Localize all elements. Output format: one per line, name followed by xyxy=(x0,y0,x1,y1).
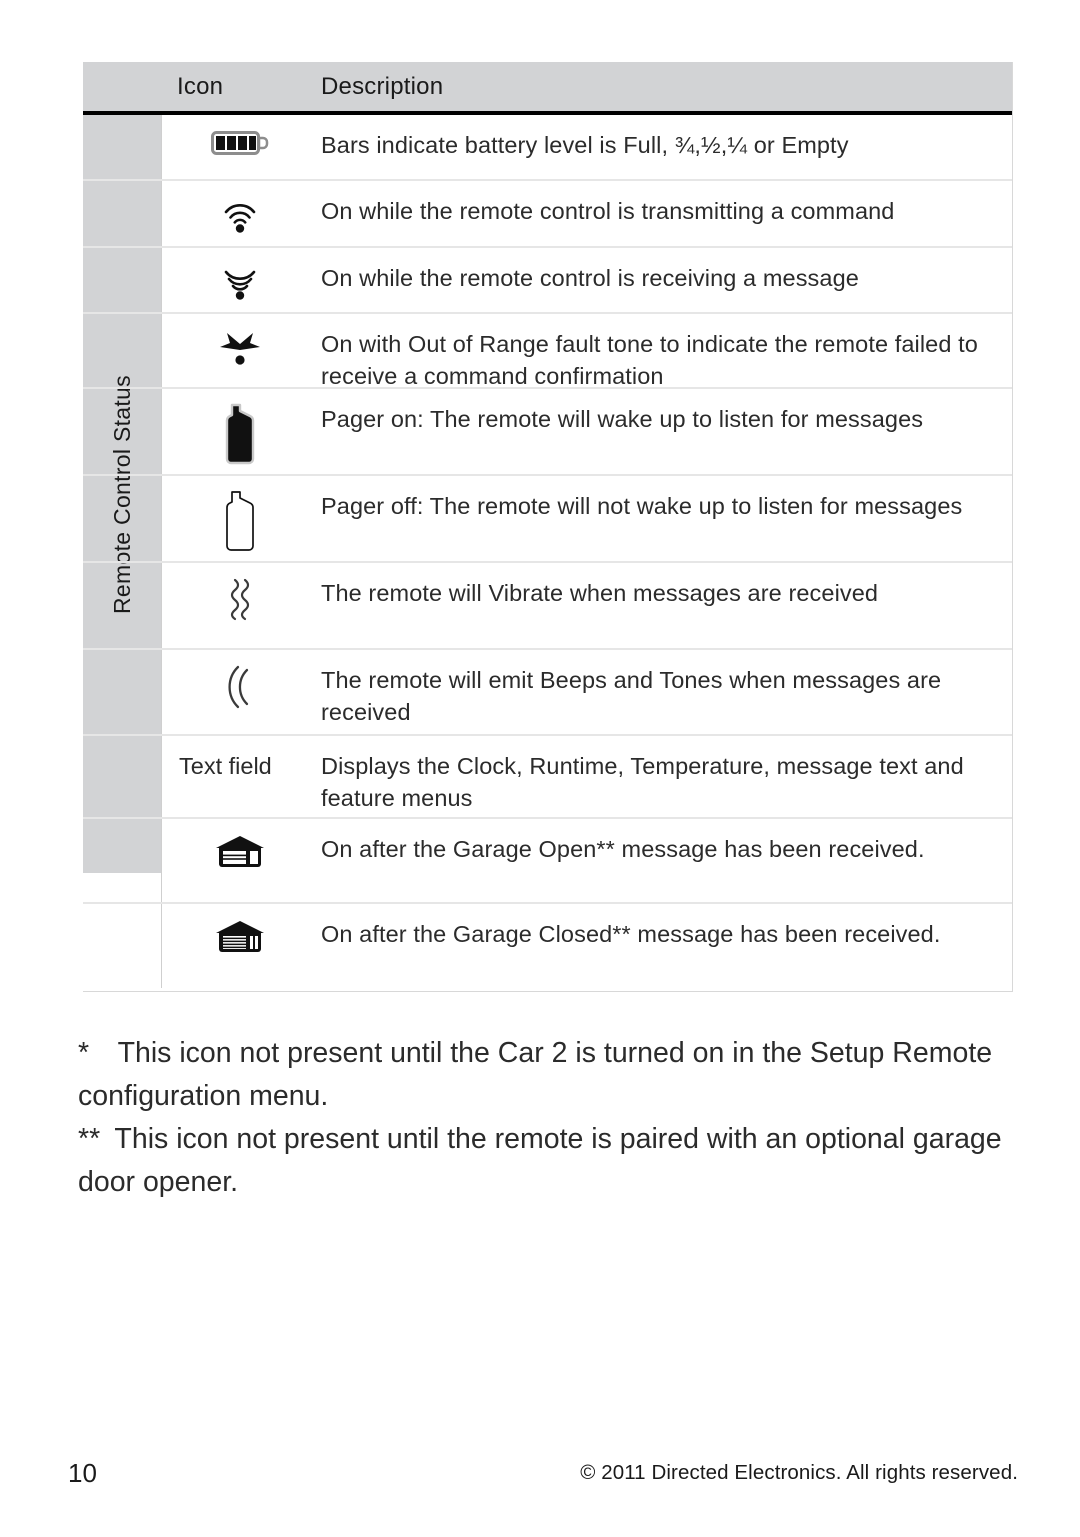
table-row: The remote will emit Beeps and Tones whe… xyxy=(83,650,1012,736)
receiving-signal-icon xyxy=(220,262,260,300)
row-description-cell: Bars indicate battery level is Full, ¾,½… xyxy=(318,115,1012,179)
column-header-icon: Icon xyxy=(177,72,224,100)
pager-off-icon xyxy=(223,490,257,552)
row-icon-cell xyxy=(162,650,318,734)
row-description-text: Pager on: The remote will wake up to lis… xyxy=(321,406,924,432)
footnotes: * This icon not present until the Car 2 … xyxy=(78,1032,1023,1204)
row-description-text: On while the remote control is transmitt… xyxy=(321,198,895,224)
row-icon-cell xyxy=(162,819,318,902)
row-icon-cell xyxy=(162,314,318,387)
row-description-text: On with Out of Range fault tone to indic… xyxy=(321,331,978,389)
page-footer: 10 © 2011 Directed Electronics. All righ… xyxy=(0,1458,1080,1498)
row-left-pad xyxy=(83,819,162,902)
vibrate-icon xyxy=(224,577,256,621)
beeps-and-tones-icon xyxy=(224,664,256,710)
footnote-double-star: ** This icon not present until the remot… xyxy=(78,1123,1002,1198)
footnote-single-star: * This icon not present until the Car 2 … xyxy=(78,1037,993,1112)
table-row: On with Out of Range fault tone to indic… xyxy=(83,314,1012,389)
row-description-text: On after the Garage Closed** message has… xyxy=(321,921,941,947)
row-left-pad xyxy=(83,115,162,179)
row-description-cell: The remote will emit Beeps and Tones whe… xyxy=(318,650,1012,734)
copyright-notice: © 2011 Directed Electronics. All rights … xyxy=(580,1461,1018,1484)
row-description-cell: On while the remote control is transmitt… xyxy=(318,181,1012,246)
row-description-cell: Pager off: The remote will not wake up t… xyxy=(318,476,1012,561)
table-header-row: Icon Description xyxy=(83,62,1012,115)
row-description-text: Bars indicate battery level is Full, ¾,½… xyxy=(321,132,849,158)
row-description-text: The remote will emit Beeps and Tones whe… xyxy=(321,667,942,725)
pager-on-icon xyxy=(223,403,257,465)
row-description-text: Displays the Clock, Runtime, Temperature… xyxy=(321,753,964,811)
row-description-cell: On with Out of Range fault tone to indic… xyxy=(318,314,1012,389)
table-row: Pager off: The remote will not wake up t… xyxy=(83,476,1012,563)
row-left-pad xyxy=(83,476,162,561)
garage-closed-icon xyxy=(214,918,266,956)
row-left-pad xyxy=(83,389,162,474)
row-left-pad xyxy=(83,736,162,817)
row-description-text: The remote will Vibrate when messages ar… xyxy=(321,580,879,606)
table-row: On while the remote control is receiving… xyxy=(83,248,1012,314)
row-description-cell: On after the Garage Closed** message has… xyxy=(318,904,1012,988)
row-icon-cell xyxy=(162,904,318,988)
table-row: Pager on: The remote will wake up to lis… xyxy=(83,389,1012,476)
row-description-cell: On after the Garage Open** message has b… xyxy=(318,819,1012,902)
row-icon-cell: Text field xyxy=(162,736,318,817)
out-of-range-icon xyxy=(220,328,260,368)
row-icon-cell xyxy=(162,248,318,312)
table-header-spacer xyxy=(83,62,162,111)
garage-open-icon xyxy=(214,833,266,871)
row-icon-cell xyxy=(162,389,318,474)
battery-level-icon xyxy=(211,129,269,157)
row-left-pad xyxy=(83,650,162,734)
row-left-pad xyxy=(83,904,162,988)
table-body: Remote Control Status Bars indicate batt… xyxy=(83,115,1012,988)
table-header-description-cell: Description xyxy=(318,62,1012,111)
table-row: On after the Garage Closed** message has… xyxy=(83,904,1012,988)
text-field-label: Text field xyxy=(179,753,272,779)
row-description-cell: Pager on: The remote will wake up to lis… xyxy=(318,389,1012,474)
row-description-cell: On while the remote control is receiving… xyxy=(318,248,1012,312)
row-left-pad xyxy=(83,314,162,387)
table-row: Text field Displays the Clock, Runtime, … xyxy=(83,736,1012,819)
table-row: The remote will Vibrate when messages ar… xyxy=(83,563,1012,650)
row-left-pad xyxy=(83,563,162,648)
row-icon-cell xyxy=(162,476,318,561)
column-header-description: Description xyxy=(321,72,444,100)
transmitting-signal-icon xyxy=(220,195,260,233)
table-header-icon-cell: Icon xyxy=(162,62,318,111)
row-left-pad xyxy=(83,181,162,246)
row-icon-cell xyxy=(162,115,318,179)
icon-description-table: Icon Description Remote Control Status B… xyxy=(83,62,1013,992)
row-description-text: On while the remote control is receiving… xyxy=(321,265,859,291)
table-row: On after the Garage Open** message has b… xyxy=(83,819,1012,904)
row-description-cell: The remote will Vibrate when messages ar… xyxy=(318,563,1012,648)
row-left-pad xyxy=(83,248,162,312)
table-row: Bars indicate battery level is Full, ¾,½… xyxy=(83,115,1012,181)
row-description-cell: Displays the Clock, Runtime, Temperature… xyxy=(318,736,1012,817)
table-row: On while the remote control is transmitt… xyxy=(83,181,1012,248)
row-icon-cell xyxy=(162,181,318,246)
row-description-text: On after the Garage Open** message has b… xyxy=(321,836,925,862)
row-icon-cell xyxy=(162,563,318,648)
row-description-text: Pager off: The remote will not wake up t… xyxy=(321,493,963,519)
